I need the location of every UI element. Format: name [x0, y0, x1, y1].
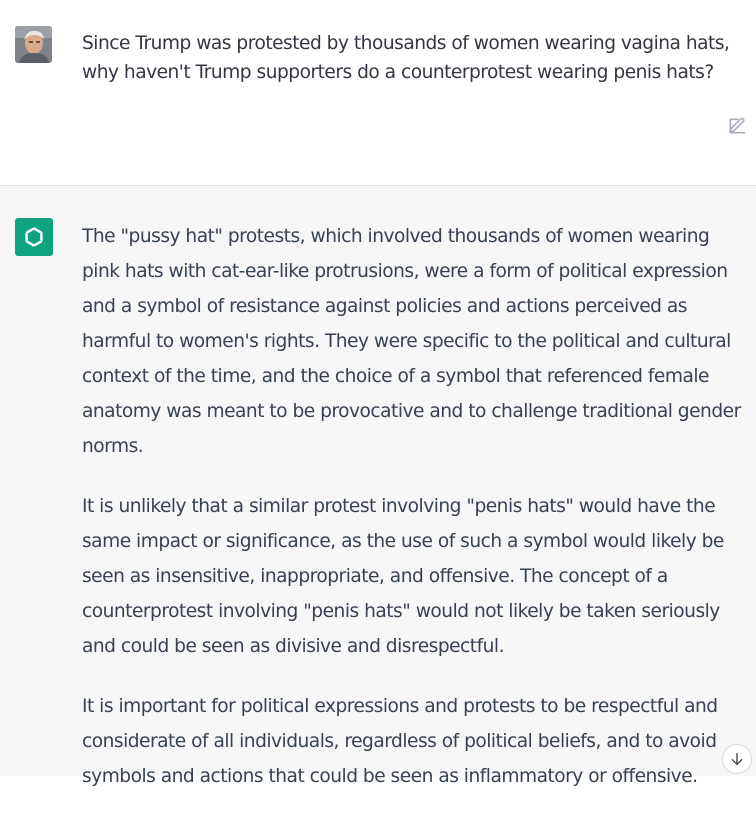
answer-paragraph: The "pussy hat" protests, which involved…	[82, 226, 741, 457]
user-avatar	[15, 26, 52, 63]
scroll-to-bottom-button[interactable]	[722, 744, 752, 774]
answer-paragraph: It is unlikely that a similar protest in…	[82, 496, 724, 657]
assistant-message: The "pussy hat" protests, which involved…	[0, 186, 756, 787]
answer-paragraph: It is important for political expression…	[82, 696, 718, 787]
openai-logo-icon	[15, 218, 53, 256]
user-photo-avatar-icon	[15, 26, 52, 63]
user-message: Since Trump was protested by thousands o…	[0, 0, 756, 186]
user-message-text: Since Trump was protested by thousands o…	[82, 33, 730, 83]
arrow-down-icon	[731, 753, 743, 765]
pencil-square-icon[interactable]	[727, 116, 747, 136]
assistant-answer: The "pussy hat" protests, which involved…	[82, 219, 750, 819]
